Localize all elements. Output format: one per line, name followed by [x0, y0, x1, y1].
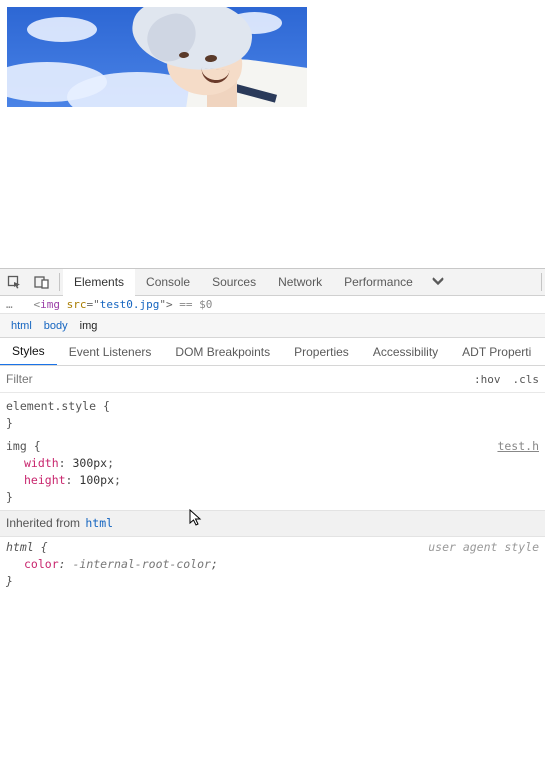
rule-html-ua[interactable]: user agent style html { color: -internal…	[0, 537, 545, 594]
subtab-adt-properties[interactable]: ADT Properti	[450, 338, 543, 366]
close-brace: }	[6, 574, 13, 588]
user-agent-origin: user agent style	[428, 539, 539, 556]
css-declaration[interactable]: width: 300px;	[6, 455, 539, 472]
subtab-styles[interactable]: Styles	[0, 338, 57, 366]
breadcrumb-img[interactable]: img	[74, 318, 104, 334]
css-declaration[interactable]: height: 100px;	[6, 472, 539, 489]
tab-performance[interactable]: Performance	[333, 269, 424, 296]
styles-filter-input[interactable]	[0, 372, 468, 386]
tab-sources[interactable]: Sources	[201, 269, 267, 296]
subtab-dom-breakpoints[interactable]: DOM Breakpoints	[163, 338, 282, 366]
toolbar-separator	[541, 273, 542, 291]
styles-filter-row: :hov .cls	[0, 366, 545, 393]
toolbar-separator	[59, 273, 60, 291]
css-declaration[interactable]: color: -internal-root-color;	[6, 556, 539, 573]
close-brace: }	[6, 490, 13, 504]
tab-elements[interactable]: Elements	[63, 269, 135, 296]
styles-subtabs: Styles Event Listeners DOM Breakpoints P…	[0, 338, 545, 366]
css-value: -internal-root-color	[72, 557, 210, 571]
breadcrumb-body[interactable]: body	[38, 318, 74, 334]
dom-breadcrumb: html body img	[0, 313, 545, 338]
styles-pane: element.style { } test.h img { width: 30…	[0, 393, 545, 594]
css-property: width	[24, 456, 59, 470]
dom-ellipsis: …	[6, 298, 14, 311]
dom-tag-name: img	[40, 298, 60, 311]
rule-element-style[interactable]: element.style { }	[0, 396, 545, 436]
inspect-element-icon[interactable]	[0, 269, 28, 295]
css-value: 100px	[79, 473, 114, 487]
dom-attr-name: src	[67, 298, 87, 311]
subtab-event-listeners[interactable]: Event Listeners	[57, 338, 164, 366]
tab-console[interactable]: Console	[135, 269, 201, 296]
devtools-tabs: Elements Console Sources Network Perform…	[63, 269, 452, 296]
inherited-label: Inherited from	[6, 516, 83, 530]
css-value: 300px	[72, 456, 107, 470]
dom-attr-value: test0.jpg	[100, 298, 160, 311]
inherited-from-link[interactable]: html	[85, 516, 113, 530]
subtab-properties[interactable]: Properties	[282, 338, 361, 366]
inherited-from-bar: Inherited from html	[0, 510, 545, 537]
more-tabs-icon[interactable]	[424, 277, 452, 287]
close-brace: }	[6, 416, 13, 430]
cls-toggle[interactable]: .cls	[507, 373, 545, 386]
rule-img[interactable]: test.h img { width: 300px; height: 100px…	[0, 436, 545, 510]
stylesheet-link[interactable]: test.h	[497, 438, 539, 455]
selector-text: img	[6, 439, 27, 453]
page-viewport	[0, 0, 545, 268]
css-property: height	[24, 473, 66, 487]
tab-network[interactable]: Network	[267, 269, 333, 296]
selector-text: element.style	[6, 399, 96, 413]
devtools-toolbar: Elements Console Sources Network Perform…	[0, 269, 545, 296]
content-image	[7, 7, 307, 107]
subtab-accessibility[interactable]: Accessibility	[361, 338, 450, 366]
device-toolbar-icon[interactable]	[28, 269, 56, 295]
devtools-panel: Elements Console Sources Network Perform…	[0, 268, 545, 594]
dom-selected-marker: == $0	[173, 298, 213, 311]
css-property: color	[24, 557, 59, 571]
dom-source-line[interactable]: … <img src="test0.jpg"> == $0	[0, 296, 545, 313]
selector-text: html	[6, 540, 34, 554]
hov-toggle[interactable]: :hov	[468, 373, 507, 386]
breadcrumb-html[interactable]: html	[5, 318, 38, 334]
